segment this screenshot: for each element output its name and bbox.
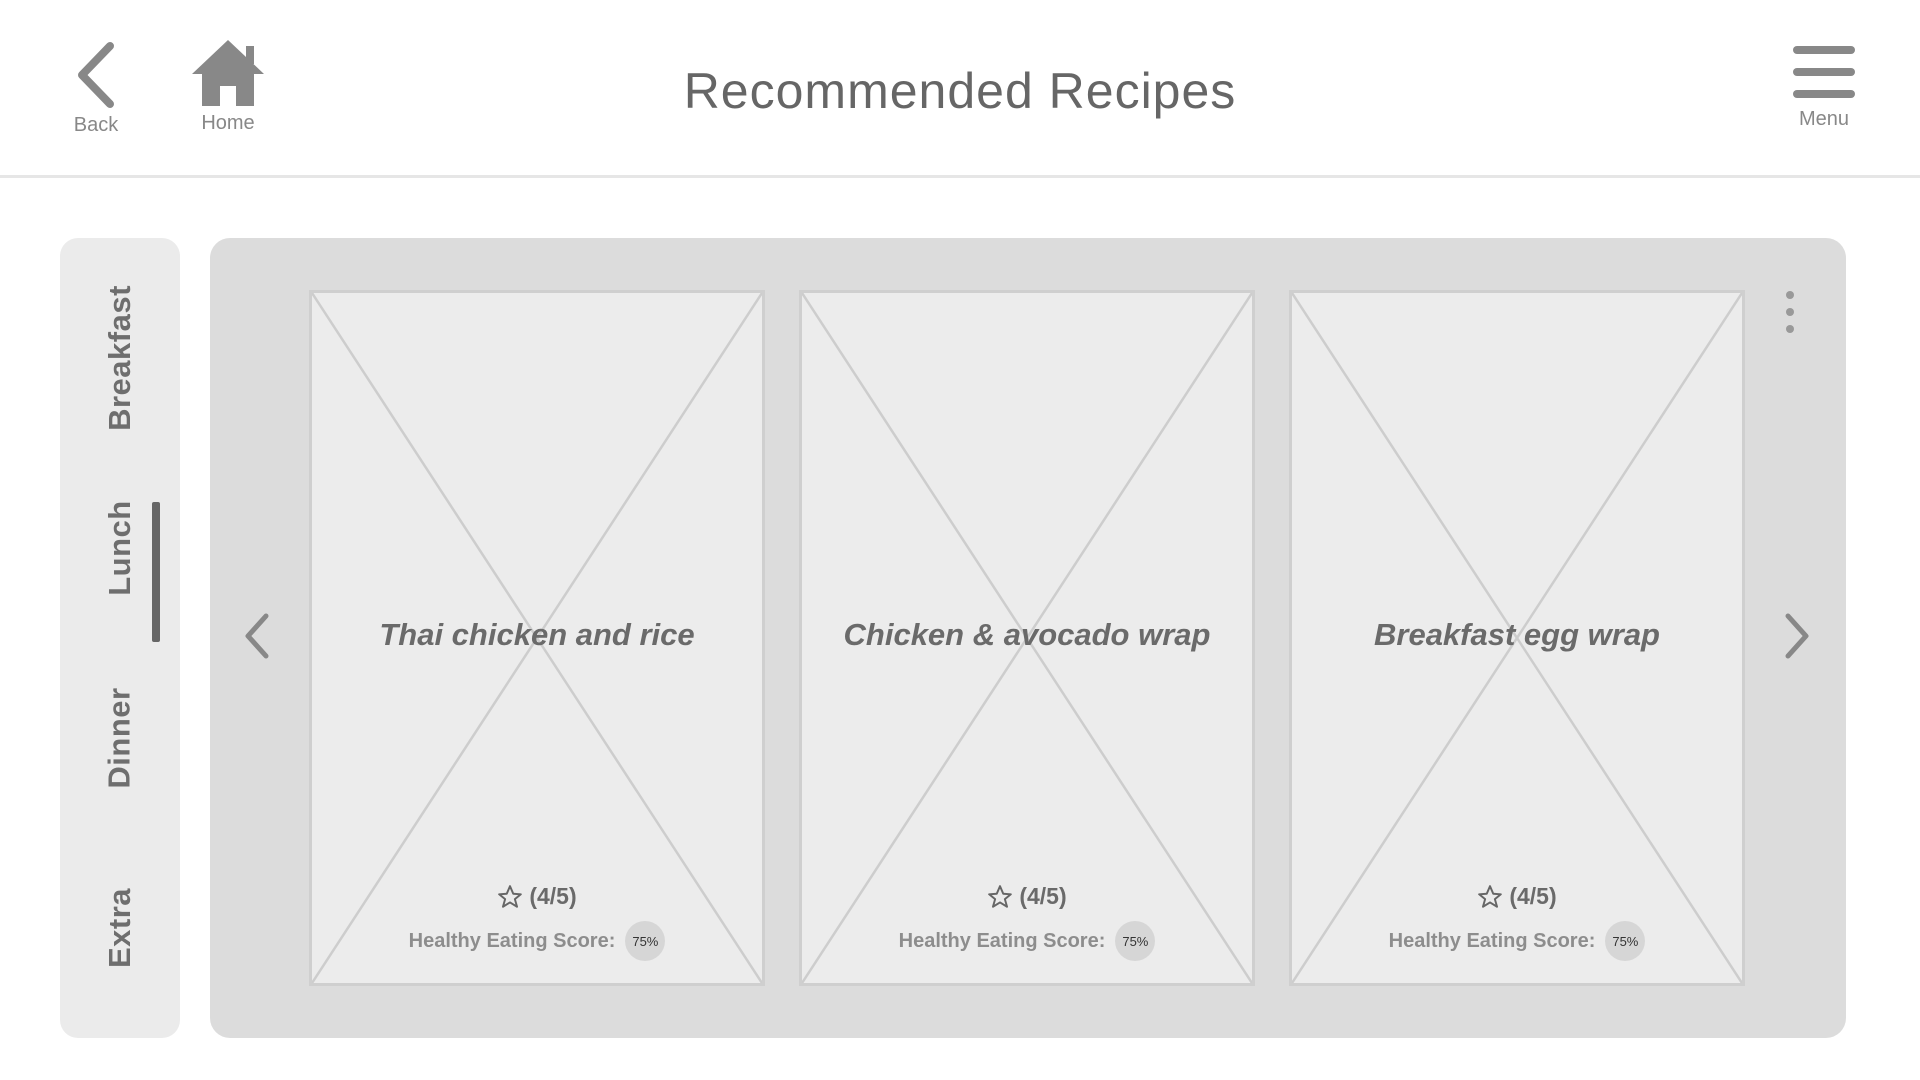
- tab-breakfast-label: Breakfast: [102, 285, 137, 431]
- page-title: Recommended Recipes: [683, 63, 1237, 119]
- chevron-left-icon: [245, 613, 269, 659]
- tab-lunch[interactable]: Lunch: [60, 468, 180, 628]
- recipe-rating: (4/5): [312, 883, 762, 910]
- recipe-name: Thai chicken and rice: [379, 617, 695, 652]
- score-badge: 75%: [1115, 921, 1156, 961]
- header-bar: Back Home Recommended Recipes Menu: [0, 0, 1920, 178]
- recipe-rating: (4/5): [1292, 883, 1742, 910]
- rating-text: (4/5): [1019, 883, 1067, 909]
- recipe-name: Breakfast egg wrap: [1374, 617, 1660, 652]
- recipe-card[interactable]: Chicken & avocado wrap (4/5) Healthy Eat…: [799, 290, 1255, 986]
- star-outline-icon: [1478, 884, 1503, 908]
- score-badge: 75%: [625, 921, 666, 961]
- star-outline-icon: [988, 884, 1013, 908]
- tab-dinner-label: Dinner: [102, 687, 137, 789]
- more-options-button[interactable]: [1780, 290, 1800, 334]
- chevron-right-icon: [1785, 613, 1809, 659]
- healthy-eating-score: Healthy Eating Score: 75%: [802, 921, 1252, 961]
- score-label: Healthy Eating Score:: [408, 929, 616, 952]
- tab-breakfast[interactable]: Breakfast: [60, 278, 180, 438]
- menu-label: Menu: [1798, 108, 1850, 130]
- recipe-rating: (4/5): [802, 883, 1252, 910]
- recipe-carousel: Thai chicken and rice (4/5) Healthy Eati…: [210, 238, 1846, 1038]
- tab-extra-label: Extra: [101, 887, 137, 969]
- selected-tab-indicator: [152, 502, 160, 642]
- score-label: Healthy Eating Score:: [898, 929, 1106, 952]
- previous-button[interactable]: [242, 612, 272, 665]
- tab-extra[interactable]: Extra: [60, 848, 180, 1008]
- recipe-card[interactable]: Breakfast egg wrap (4/5) Healthy Eating …: [1289, 290, 1745, 986]
- hamburger-menu-icon: [1793, 46, 1855, 98]
- healthy-eating-score: Healthy Eating Score: 75%: [1292, 921, 1742, 961]
- category-sidebar: Breakfast Lunch Dinner Extra: [60, 238, 180, 1038]
- tab-dinner[interactable]: Dinner: [60, 658, 180, 818]
- rating-text: (4/5): [1509, 883, 1557, 909]
- recipe-card[interactable]: Thai chicken and rice (4/5) Healthy Eati…: [309, 290, 765, 986]
- score-badge: 75%: [1605, 921, 1646, 961]
- next-button[interactable]: [1782, 612, 1812, 665]
- menu-button[interactable]: Menu: [1788, 44, 1860, 131]
- tab-lunch-label: Lunch: [102, 500, 137, 596]
- vertical-dots-icon: [1786, 291, 1794, 333]
- rating-text: (4/5): [529, 883, 577, 909]
- recipe-name: Chicken & avocado wrap: [843, 617, 1211, 652]
- star-outline-icon: [498, 884, 523, 908]
- score-label: Healthy Eating Score:: [1388, 929, 1596, 952]
- healthy-eating-score: Healthy Eating Score: 75%: [312, 921, 762, 961]
